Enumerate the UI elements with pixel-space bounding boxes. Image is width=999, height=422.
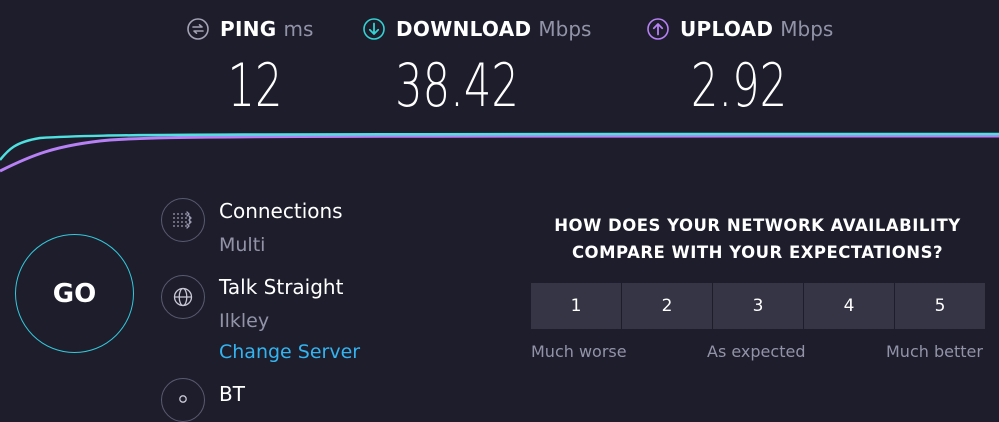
rating-option-5[interactable]: 5 [895,283,985,329]
connections-title: Connections [219,199,343,223]
connections-value: Multi [219,234,266,256]
go-button[interactable]: GO [15,234,134,353]
globe-icon [161,275,205,319]
ping-unit: ms [283,17,314,41]
server-location: Ilkley [219,310,270,332]
ping-icon [187,18,209,40]
survey-question-line-2: COMPARE WITH YOUR EXPECTATIONS? [571,243,944,262]
upload-graph-line [0,134,999,173]
ping-value: 12 [227,51,283,121]
download-unit: Mbps [538,17,592,41]
rating-option-1[interactable]: 1 [531,283,621,329]
download-metric: DOWNLOAD Mbps 38.42 [363,14,592,121]
upload-metric: UPLOAD Mbps 2.92 [647,14,834,121]
server-name: Talk Straight [219,275,344,299]
go-button-label: GO [52,278,97,309]
person-icon [161,378,205,422]
survey-question-line-1: HOW DOES YOUR NETWORK AVAILABILITY [554,216,961,235]
provider-name: BT [219,382,245,406]
rating-option-4[interactable]: 4 [804,283,894,329]
connections-icon [161,198,205,242]
upload-unit: Mbps [780,17,834,41]
upload-arrow-icon [647,18,669,40]
download-label: DOWNLOAD [396,17,532,41]
upload-value: 2.92 [690,51,788,121]
rating-option-3[interactable]: 3 [713,283,803,329]
speed-graph [0,132,999,173]
download-value: 38.42 [395,51,519,121]
rating-option-2[interactable]: 2 [622,283,712,329]
upload-label: UPLOAD [680,17,774,41]
download-arrow-icon [363,18,385,40]
ping-metric: PING ms 12 [187,14,314,121]
change-server-link[interactable]: Change Server [219,341,360,363]
rating-scale: 1 2 3 4 5 [531,283,986,329]
rating-label-high: Much better [886,342,983,361]
survey-question: HOW DOES YOUR NETWORK AVAILABILITY COMPA… [520,212,995,266]
rating-label-mid: As expected [707,342,806,361]
ping-label: PING [220,17,277,41]
rating-label-low: Much worse [531,342,627,361]
